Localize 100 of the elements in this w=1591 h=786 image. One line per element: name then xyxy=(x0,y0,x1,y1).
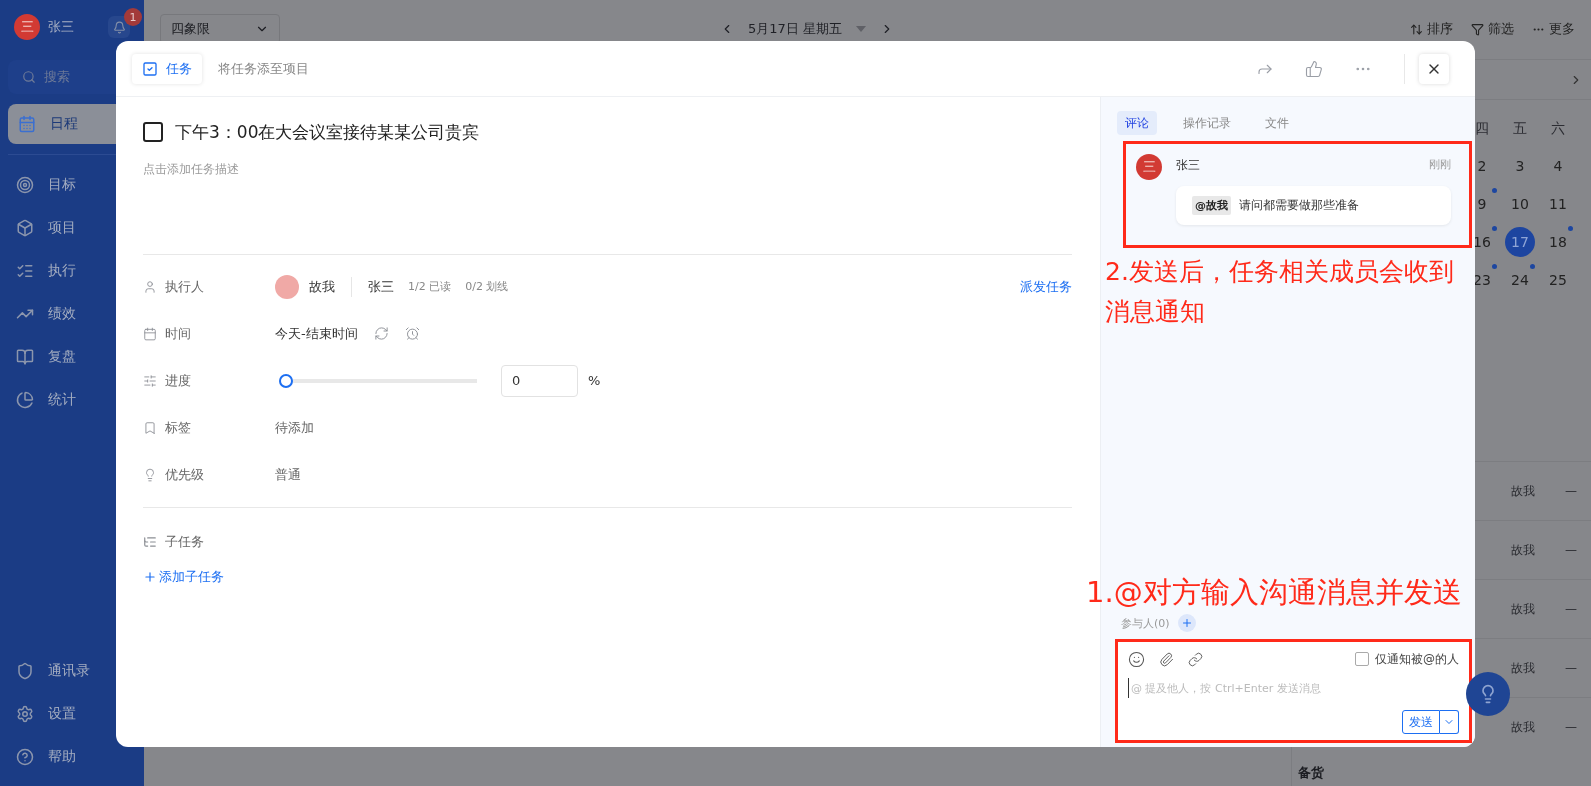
nav-item[interactable]: 通讯录 xyxy=(8,649,136,692)
status-cell: — xyxy=(1565,720,1577,734)
nav-item[interactable]: 绩效 xyxy=(8,292,136,335)
bell-icon xyxy=(112,20,126,34)
calendar-day[interactable]: 25 xyxy=(1543,265,1573,295)
send-options-button[interactable] xyxy=(1440,710,1459,734)
calendar-day[interactable]: 18 xyxy=(1543,227,1573,257)
sort-icon xyxy=(1410,22,1423,36)
send-button[interactable]: 发送 xyxy=(1402,710,1440,734)
person-icon xyxy=(143,279,157,294)
status-cell: — xyxy=(1565,602,1577,616)
annotation-text: 2.发送后，任务相关成员会收到消息通知 xyxy=(1104,256,1455,328)
alarm-clock-icon[interactable] xyxy=(404,326,420,341)
lightbulb-icon xyxy=(143,467,157,482)
progress-input[interactable]: 0 xyxy=(501,364,578,397)
calendar-day[interactable]: 24 xyxy=(1505,265,1535,295)
close-button[interactable] xyxy=(1419,53,1449,84)
subtask-icon xyxy=(143,535,157,549)
nav-icon xyxy=(18,115,36,133)
paperclip-icon[interactable] xyxy=(1159,651,1174,667)
comment-avatar: 三 xyxy=(1136,154,1162,180)
toolbar-action[interactable]: 排序 xyxy=(1410,20,1453,38)
field-label: 执行人 xyxy=(165,277,204,296)
dispatch-task-link[interactable]: 派发任务 xyxy=(1020,277,1072,296)
calendar-day[interactable]: 3 xyxy=(1505,151,1535,181)
time-value[interactable]: 今天-结束时间 xyxy=(275,324,358,343)
notify-checkbox[interactable]: 仅通知被@的人 xyxy=(1355,650,1459,668)
read-count: 1/2 已读 xyxy=(408,279,452,294)
assignee-cell: 故我 xyxy=(1511,659,1535,677)
user-avatar[interactable]: 三 xyxy=(14,14,40,40)
link-icon[interactable] xyxy=(1188,651,1203,667)
toolbar-action[interactable]: 更多 xyxy=(1532,20,1575,38)
thumbs-up-icon[interactable] xyxy=(1305,59,1323,78)
assignee-cell: 故我 xyxy=(1511,718,1535,736)
status-cell: — xyxy=(1565,543,1577,557)
toolbar-action[interactable]: 筛选 xyxy=(1471,20,1514,38)
panel-tab[interactable]: 操作记录 xyxy=(1175,111,1239,135)
slider-thumb[interactable] xyxy=(279,373,293,388)
underline-count: 0/2 划线 xyxy=(465,279,509,294)
bookmark-icon xyxy=(143,420,157,435)
assignee-cell: 故我 xyxy=(1511,482,1535,500)
status-cell: — xyxy=(1565,484,1577,498)
nav-icon xyxy=(16,347,34,366)
field-label: 时间 xyxy=(165,324,191,343)
search-placeholder: 搜索 xyxy=(44,68,70,86)
percent-unit: % xyxy=(588,373,601,388)
nav-icon xyxy=(16,218,34,237)
checkbox[interactable] xyxy=(1355,652,1369,666)
filter-icon xyxy=(1471,22,1484,36)
mention-tag[interactable]: @故我 xyxy=(1192,196,1231,215)
calendar-day[interactable]: 10 xyxy=(1505,189,1535,219)
calendar-day[interactable]: 11 xyxy=(1543,189,1573,219)
nav-item[interactable]: 设置 xyxy=(8,692,136,735)
field-value[interactable]: 普通 xyxy=(275,465,301,484)
weekday-label: 六 xyxy=(1550,119,1566,138)
message-input[interactable]: @ 提及他人，按 Ctrl+Enter 发送消息 xyxy=(1128,678,1459,698)
settings-icon xyxy=(16,704,34,723)
field-label: 标签 xyxy=(165,418,191,437)
owner-name: 张三 xyxy=(368,277,394,296)
nav-item[interactable]: 项目 xyxy=(8,206,136,249)
participants-label: 参与人(0) xyxy=(1121,615,1170,631)
user-name: 张三 xyxy=(48,18,75,36)
help-icon xyxy=(16,747,34,766)
panel-tab[interactable]: 评论 xyxy=(1117,111,1157,135)
checked-box-icon xyxy=(142,60,158,77)
checkbox-label: 仅通知被@的人 xyxy=(1375,650,1459,668)
panel-tab[interactable]: 文件 xyxy=(1257,111,1297,135)
field-value[interactable]: 待添加 xyxy=(275,418,314,437)
task-title[interactable]: 下午3：00在大会议室接待某某公司贵宾 xyxy=(175,120,480,144)
shield-icon xyxy=(16,661,34,680)
status-cell: — xyxy=(1565,661,1577,675)
add-subtask-link[interactable]: 添加子任务 xyxy=(143,568,224,586)
repeat-icon[interactable] xyxy=(373,326,389,341)
calendar-icon xyxy=(143,326,157,341)
plus-icon xyxy=(143,570,157,584)
calendar-day[interactable]: 4 xyxy=(1543,151,1573,181)
comment-text: 请问都需要做那些准备 xyxy=(1239,197,1359,214)
nav-item[interactable]: 复盘 xyxy=(8,335,136,378)
description-placeholder[interactable]: 点击添加任务描述 xyxy=(143,161,239,178)
slider-icon xyxy=(143,373,157,388)
nav-item[interactable]: 统计 xyxy=(8,378,136,421)
caret-down-icon[interactable] xyxy=(855,26,866,32)
bell-button[interactable] xyxy=(108,16,130,38)
field-label: 优先级 xyxy=(165,465,204,484)
nav-item[interactable]: 执行 xyxy=(8,249,136,292)
annotation-text: 1.@对方输入沟通消息并发送 xyxy=(1086,574,1462,611)
search-icon xyxy=(22,70,36,84)
avatar-placeholder xyxy=(275,274,299,299)
nav-item[interactable]: 目标 xyxy=(8,163,136,206)
emoji-icon[interactable] xyxy=(1128,650,1145,668)
add-participant-button[interactable] xyxy=(1177,614,1196,632)
comment-time: 刚刚 xyxy=(1429,157,1451,173)
comment-author: 张三 xyxy=(1176,157,1200,174)
field-label: 进度 xyxy=(165,371,191,390)
plus-icon xyxy=(1180,617,1193,629)
date-label[interactable]: 5月17日 星期五 xyxy=(748,20,842,38)
nav-item[interactable]: 帮助 xyxy=(8,735,136,778)
task-checkbox[interactable] xyxy=(143,122,163,142)
calendar-day[interactable]: 17 xyxy=(1505,227,1535,257)
dialog-tab[interactable]: 将任务添至项目 xyxy=(208,53,319,84)
